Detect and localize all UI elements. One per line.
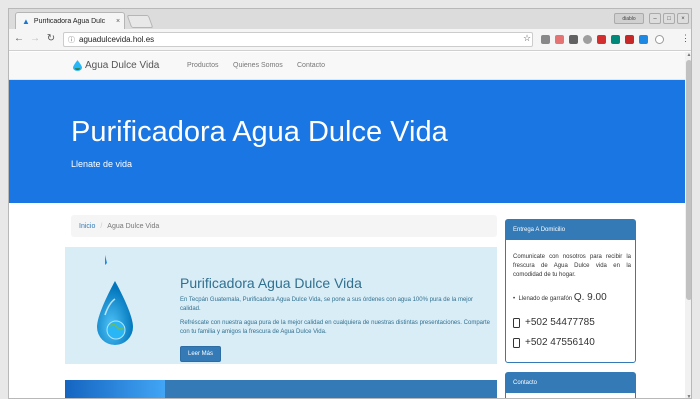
- tab-title: Purificadora Agua Dulc: [33, 17, 106, 25]
- delivery-bullet: • Llenado de garrafón Q. 9.00: [513, 292, 607, 303]
- extension-icon[interactable]: [655, 35, 664, 44]
- hero-subtitle: Llenate de vida: [71, 159, 133, 169]
- phone-number-2: +502 47556140: [525, 337, 595, 348]
- water-drop-favicon-icon: ▲: [22, 16, 30, 26]
- info-icon[interactable]: ⓘ: [68, 35, 75, 45]
- nav-link-contacto[interactable]: Contacto: [297, 62, 325, 69]
- new-tab-button[interactable]: [126, 15, 154, 28]
- water-drop-illustration: [97, 255, 133, 345]
- bullet-price: Q. 9.00: [573, 292, 607, 303]
- site-brand-link[interactable]: Agua Dulce Vida: [73, 60, 159, 71]
- delivery-panel: Entrega A Domicilio Comunicate con nosot…: [505, 219, 636, 363]
- brand-name: Agua Dulce Vida: [85, 60, 160, 71]
- browser-menu-icon[interactable]: ⋮: [681, 33, 690, 44]
- site-navbar: Agua Dulce Vida Productos Quienes Somos …: [9, 52, 685, 80]
- second-feature-banner: [65, 380, 497, 398]
- address-bar[interactable]: ⓘ aguadulcevida.hol.es: [63, 32, 533, 47]
- reload-icon[interactable]: ↻: [45, 33, 57, 44]
- phone-number-1: +502 54477785: [525, 317, 595, 328]
- extension-icon[interactable]: [569, 35, 578, 44]
- page-viewport: Agua Dulce Vida Productos Quienes Somos …: [9, 52, 685, 398]
- extension-icon[interactable]: [541, 35, 550, 44]
- feature-title: Purificadora Agua Dulce Vida: [180, 275, 362, 291]
- extension-icon[interactable]: [583, 35, 592, 44]
- profile-chip[interactable]: diablo: [614, 13, 644, 24]
- delivery-panel-heading: Entrega A Domicilio: [506, 220, 635, 240]
- contact-panel-heading: Contacto: [506, 373, 635, 393]
- mobile-phone-icon: [513, 317, 520, 328]
- hero-jumbotron: Purificadora Agua Dulce Vida Llenate de …: [9, 80, 685, 203]
- extension-icon[interactable]: [611, 35, 620, 44]
- tab-bar: ▲ Purificadora Agua Dulc × diablo – □ ×: [9, 9, 691, 29]
- bullet-label: Llenado de garrafón: [518, 296, 573, 302]
- close-window-icon[interactable]: ×: [677, 13, 689, 24]
- delivery-intro: Comunicate con nosotros para recibir la …: [513, 254, 631, 278]
- scroll-up-arrow-icon[interactable]: ▲: [685, 52, 691, 58]
- feature-paragraph-2: Refréscate con nuestra agua pura de la m…: [180, 320, 490, 335]
- phone-line-1: +502 54477785: [513, 317, 595, 328]
- bookmark-star-icon[interactable]: ☆: [523, 33, 531, 44]
- nav-link-productos[interactable]: Productos: [187, 62, 219, 69]
- forward-arrow-icon[interactable]: →: [29, 33, 41, 44]
- banner-image: [65, 380, 165, 398]
- browser-toolbar: ← → ↻ ⓘ aguadulcevida.hol.es ☆ ⋮: [9, 29, 691, 51]
- feature-section: Purificadora Agua Dulce Vida En Tecpán G…: [65, 247, 497, 364]
- scroll-down-arrow-icon[interactable]: ▼: [685, 394, 691, 398]
- breadcrumb-separator: /: [100, 222, 103, 230]
- minimize-icon[interactable]: –: [649, 13, 661, 24]
- url-text: aguadulcevida.hol.es: [79, 35, 155, 44]
- page-scrollbar[interactable]: ▲ ▼: [685, 52, 691, 398]
- water-drop-logo-icon: [73, 60, 82, 71]
- extension-icon[interactable]: [639, 35, 648, 44]
- browser-window: ▲ Purificadora Agua Dulc × diablo – □ × …: [8, 8, 692, 399]
- extension-icon[interactable]: [555, 35, 564, 44]
- contact-panel: Contacto: [505, 372, 636, 398]
- maximize-icon[interactable]: □: [663, 13, 675, 24]
- extension-icon[interactable]: [625, 35, 634, 44]
- breadcrumb: Inicio / Agua Dulce Vida: [71, 215, 497, 237]
- extension-icon[interactable]: [597, 35, 606, 44]
- breadcrumb-current: Agua Dulce Vida: [107, 222, 160, 230]
- nav-link-quienes-somos[interactable]: Quienes Somos: [233, 62, 283, 69]
- feature-paragraph-1: En Tecpán Guatemala, Purificadora Agua D…: [180, 297, 473, 312]
- mobile-phone-icon: [513, 337, 520, 348]
- breadcrumb-home-link[interactable]: Inicio: [79, 223, 95, 230]
- hero-title: Purificadora Agua Dulce Vida: [71, 116, 448, 148]
- read-more-button[interactable]: Leer Más: [180, 346, 221, 362]
- back-arrow-icon[interactable]: ←: [13, 33, 25, 44]
- tab-close-icon[interactable]: ×: [112, 18, 124, 25]
- phone-line-2: +502 47556140: [513, 337, 595, 348]
- browser-tab[interactable]: ▲ Purificadora Agua Dulc ×: [15, 12, 125, 29]
- scrollbar-thumb[interactable]: [686, 60, 691, 300]
